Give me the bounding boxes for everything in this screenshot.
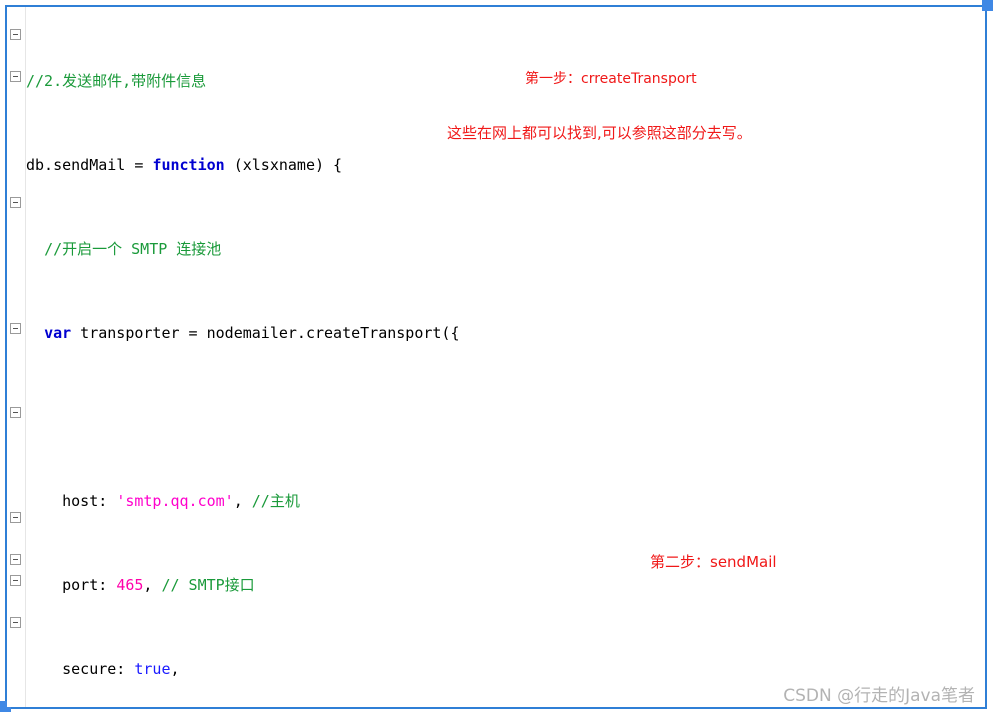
fold-marker[interactable]: [10, 512, 21, 523]
annotation-note-online: 这些在网上都可以找到,可以参照这部分去写。: [447, 124, 752, 142]
code-line: secure: true,: [26, 659, 985, 680]
number-token: 465: [116, 576, 144, 594]
comment-token: //开启一个 SMTP 连接池: [44, 240, 222, 258]
keyword-token: var: [44, 324, 72, 342]
comment-token: //主机: [251, 492, 300, 510]
fold-marker[interactable]: [10, 71, 21, 82]
keyword-token: function: [152, 156, 225, 174]
code-line: //开启一个 SMTP 连接池: [26, 239, 985, 260]
csdn-watermark: CSDN @行走的Java笔者: [783, 686, 975, 706]
fold-gutter: [7, 7, 26, 707]
code-line: var transporter = nodemailer.createTrans…: [26, 323, 985, 344]
code-token: ,: [143, 576, 162, 594]
code-line: host: 'smtp.qq.com', //主机: [26, 491, 985, 512]
fold-marker[interactable]: [10, 575, 21, 586]
fold-marker[interactable]: [10, 554, 21, 565]
code-token: db.sendMail =: [26, 156, 153, 174]
code-token: secure:: [62, 660, 135, 678]
code-token: ,: [170, 660, 180, 678]
annotation-step-two: 第二步：sendMail: [650, 553, 777, 571]
code-token: port:: [62, 576, 117, 594]
comment-token: //2.发送邮件,带附件信息: [26, 72, 207, 90]
keyword-token: true: [134, 660, 171, 678]
code-token: ,: [233, 492, 252, 510]
code-line: port: 465, // SMTP接口: [26, 575, 985, 596]
fold-marker[interactable]: [10, 407, 21, 418]
fold-marker[interactable]: [10, 29, 21, 40]
fold-marker[interactable]: [10, 323, 21, 334]
fold-marker[interactable]: [10, 617, 21, 628]
comment-token: // SMTP接口: [161, 576, 255, 594]
fold-marker[interactable]: [10, 197, 21, 208]
annotation-step-one: 第一步：crreateTransport: [525, 71, 697, 87]
code-token: host:: [62, 492, 117, 510]
code-line: //2.发送邮件,带附件信息: [26, 71, 985, 92]
code-editor-body[interactable]: //2.发送邮件,带附件信息 db.sendMail = function (x…: [26, 8, 985, 710]
code-line: db.sendMail = function (xlsxname) {: [26, 155, 985, 176]
string-token: 'smtp.qq.com': [116, 492, 234, 510]
code-token: (xlsxname) {: [224, 156, 343, 174]
code-token: transporter = nodemailer.createTransport…: [71, 324, 460, 342]
code-screenshot: //2.发送邮件,带附件信息 db.sendMail = function (x…: [0, 0, 993, 718]
